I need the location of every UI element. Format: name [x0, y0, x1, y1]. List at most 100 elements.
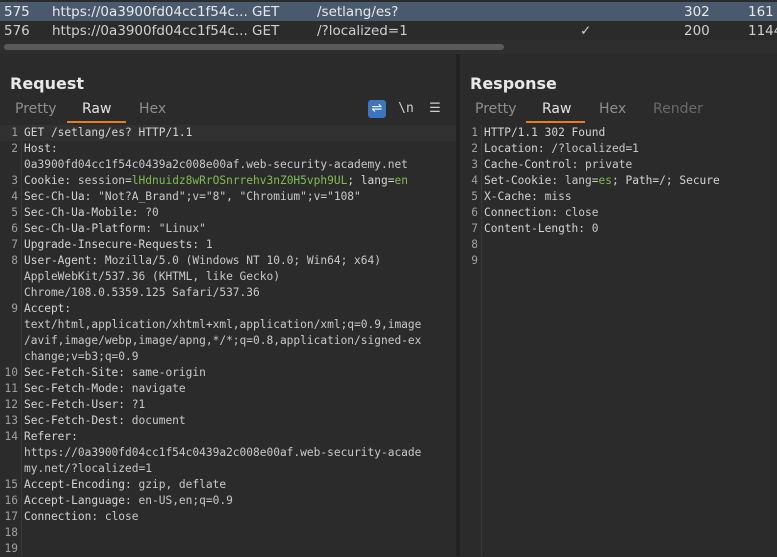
- line-content: Sec-Fetch-Site: same-origin: [24, 365, 206, 381]
- header-value: : 0: [578, 222, 599, 235]
- line-number: 9: [11, 302, 18, 315]
- header-name: ; lang=: [347, 174, 395, 187]
- tab-pretty[interactable]: Pretty: [15, 101, 57, 117]
- show-newlines-icon[interactable]: \n: [397, 100, 415, 118]
- row-status: 200: [684, 23, 710, 39]
- line-content: https://0a3900fd04cc1f54c0439a2c008e00af…: [24, 445, 421, 461]
- line-content: Chrome/108.0.5359.125 Safari/537.36: [24, 285, 260, 301]
- row-url: /?localized=1: [317, 23, 408, 39]
- header-value: : ?1: [118, 398, 146, 411]
- line-number: 17: [4, 510, 18, 523]
- line-number: 7: [11, 238, 18, 251]
- editor-line: 8 User-Agent: Mozilla/5.0 (Windows NT 10.…: [0, 253, 456, 269]
- editor-line: text/html,application/xhtml+xml,applicat…: [0, 317, 456, 333]
- line-number: 16: [4, 494, 18, 507]
- header-name: Cookie: [24, 174, 65, 187]
- editor-line: 8: [460, 237, 777, 253]
- header-name: User-Agent: [24, 254, 92, 267]
- scrollbar-thumb[interactable]: [4, 44, 504, 50]
- editor-line: 1 GET /setlang/es? HTTP/1.1: [0, 125, 456, 141]
- line-number: 19: [4, 542, 18, 555]
- menu-icon[interactable]: ☰: [426, 100, 444, 118]
- header-value: : ?0: [131, 206, 159, 219]
- tab-raw[interactable]: Raw: [542, 101, 571, 117]
- editor-line: 17 Connection: close: [0, 509, 456, 525]
- header-value: Chrome/108.0.5359.125 Safari/537.36: [24, 286, 260, 299]
- header-value: : miss: [531, 190, 572, 203]
- history-row[interactable]: 576 https://0a3900fd04cc1f54c... GET /?l…: [0, 21, 777, 40]
- line-content: Host:: [24, 141, 58, 157]
- header-value: : close: [551, 206, 599, 219]
- request-editor[interactable]: 1 GET /setlang/es? HTTP/1.1 2 Host: 0a3900fd…: [0, 125, 456, 556]
- editor-line: 2 Host:: [0, 141, 456, 157]
- header-name: Connection: [24, 510, 92, 523]
- header-value: : gzip, deflate: [125, 478, 227, 491]
- response-editor[interactable]: 1 HTTP/1.1 302 Found 2 Location: /?localize…: [460, 125, 777, 556]
- wrap-lines-icon[interactable]: ⇌: [368, 100, 386, 118]
- line-number: 10: [4, 366, 18, 379]
- header-value: : 1: [192, 238, 213, 251]
- line-content: Accept-Encoding: gzip, deflate: [24, 477, 226, 493]
- line-number: 4: [471, 174, 478, 187]
- line-content: my.net/?localized=1: [24, 461, 152, 477]
- row-number: 576: [4, 23, 30, 39]
- header-name: Referer: [24, 430, 72, 443]
- line-content: Set-Cookie: lang=es; Path=/; Secure: [484, 173, 720, 189]
- line-number: 7: [471, 222, 478, 235]
- header-name: GET /setlang/es? HTTP/1.1: [24, 126, 193, 139]
- history-row[interactable]: 575 https://0a3900fd04cc1f54c... GET /se…: [0, 2, 777, 21]
- header-name: Sec-Ch-Ua: [24, 190, 85, 203]
- line-number: 1: [471, 126, 478, 139]
- line-content: Upgrade-Insecure-Requests: 1: [24, 237, 213, 253]
- tab-hex[interactable]: Hex: [139, 101, 166, 117]
- header-name: Location: [484, 142, 538, 155]
- header-value: : session=: [64, 174, 132, 187]
- line-number: 3: [471, 158, 478, 171]
- header-name: Set-Cookie: [484, 174, 552, 187]
- header-name: Accept: [24, 302, 65, 315]
- line-content: change;v=b3;q=0.9: [24, 349, 139, 365]
- line-content: HTTP/1.1 302 Found: [484, 125, 605, 141]
- header-name: Accept-Language: [24, 494, 126, 507]
- header-value: /avif,image/webp,image/apng,*/*;q=0.8,ap…: [24, 334, 422, 347]
- header-value: my.net/?localized=1: [24, 462, 152, 475]
- line-content: User-Agent: Mozilla/5.0 (Windows NT 10.0…: [24, 253, 381, 269]
- editor-line: 3 Cache-Control: private: [460, 157, 777, 173]
- editor-line: 11 Sec-Fetch-Mode: navigate: [0, 381, 456, 397]
- editor-line: 14 Referer:: [0, 429, 456, 445]
- line-content: Accept:: [24, 301, 71, 317]
- header-value: : document: [118, 414, 186, 427]
- editor-line: 15 Accept-Encoding: gzip, deflate: [0, 477, 456, 493]
- header-name: Host: [24, 142, 51, 155]
- row-length: 161: [748, 4, 774, 20]
- header-value: : Mozilla/5.0 (Windows NT 10.0; Win64; x…: [91, 254, 381, 267]
- line-number: 2: [471, 142, 478, 155]
- horizontal-scrollbar[interactable]: [0, 40, 777, 54]
- header-name: Sec-Ch-Ua-Mobile: [24, 206, 132, 219]
- tab-raw[interactable]: Raw: [82, 101, 111, 117]
- header-name: Sec-Fetch-Mode: [24, 382, 119, 395]
- tab-render[interactable]: Render: [653, 101, 703, 117]
- request-tabs: Pretty Raw Hex: [0, 101, 456, 123]
- editor-line: 1 HTTP/1.1 302 Found: [460, 125, 777, 141]
- line-content: AppleWebKit/537.36 (KHTML, like Gecko): [24, 269, 280, 285]
- header-value: change;v=b3;q=0.9: [24, 350, 139, 363]
- tab-pretty[interactable]: Pretty: [475, 101, 517, 117]
- cookie-value: lHdnuidz8wRrOSnrrehv3nZ0H5vph9UL: [131, 174, 348, 187]
- response-panel: Response Pretty Raw Hex Render 1 HTTP/1.1…: [460, 54, 777, 556]
- line-content: X-Cache: miss: [484, 189, 572, 205]
- line-content: Sec-Ch-Ua-Mobile: ?0: [24, 205, 159, 221]
- header-name: Sec-Fetch-Dest: [24, 414, 119, 427]
- line-number: 12: [4, 398, 18, 411]
- header-value: : close: [91, 510, 139, 523]
- header-value: :: [50, 142, 58, 155]
- editor-line: 2 Location: /?localized=1: [460, 141, 777, 157]
- tab-hex[interactable]: Hex: [599, 101, 626, 117]
- line-content: Accept-Language: en-US,en;q=0.9: [24, 493, 233, 509]
- header-name: Sec-Fetch-User: [24, 398, 119, 411]
- line-content: Sec-Ch-Ua-Platform: "Linux": [24, 221, 206, 237]
- header-name: Cache-Control: [484, 158, 572, 171]
- line-number: 3: [11, 174, 18, 187]
- line-content: Connection: close: [484, 205, 599, 221]
- cookie-value: es: [598, 174, 612, 187]
